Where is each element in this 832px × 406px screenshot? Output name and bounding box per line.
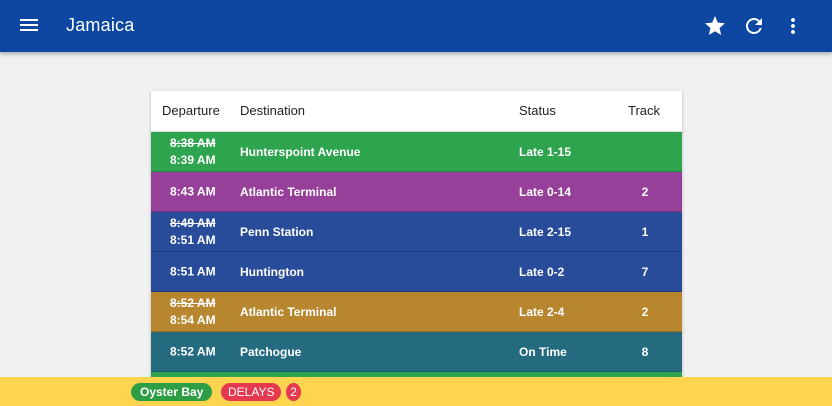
header-track: Track — [628, 103, 661, 118]
departure-cell: 8:43 AM — [170, 183, 232, 200]
destination-cell: Huntington — [240, 264, 304, 279]
branch-chip[interactable]: Oyster Bay — [131, 383, 213, 401]
status-cell: Late 1-15 — [519, 144, 572, 159]
departures-table: Departure Destination Status Track 8:38 … — [151, 91, 682, 391]
table-header: Departure Destination Status Track — [151, 91, 682, 132]
destination-cell: Atlantic Terminal — [240, 304, 337, 319]
track-cell: 7 — [641, 264, 649, 279]
departure-time: 8:51 AM — [170, 232, 216, 247]
alert-count-badge[interactable]: 2 — [286, 383, 301, 401]
destination-cell: Hunterspoint Avenue — [240, 144, 361, 159]
departure-cell: 8:52 AM — [170, 343, 232, 360]
table-row[interactable]: 8:49 AM 8:51 AM Penn Station Late 2-15 1 — [151, 212, 682, 252]
destination-cell: Atlantic Terminal — [240, 184, 337, 199]
table-row[interactable]: 8:52 AM Patchogue On Time 8 — [151, 332, 682, 372]
departure-cell: 8:52 AM 8:54 AM — [170, 295, 232, 329]
departure-time: 8:54 AM — [170, 312, 216, 327]
track-cell: 1 — [641, 224, 649, 239]
track-cell: 2 — [641, 304, 649, 319]
status-cell: Late 2-15 — [519, 224, 572, 239]
departure-cell: 8:49 AM 8:51 AM — [170, 215, 232, 249]
star-icon[interactable] — [703, 14, 727, 38]
departure-time: 8:43 AM — [170, 184, 216, 198]
departure-cell: 8:51 AM — [170, 263, 232, 280]
header-departure: Departure — [162, 103, 220, 118]
refresh-icon[interactable] — [742, 14, 766, 38]
app-bar: Jamaica — [0, 0, 832, 52]
departure-time: 8:52 AM — [170, 344, 216, 358]
destination-cell: Penn Station — [240, 224, 314, 239]
status-cell: Late 2-4 — [519, 304, 565, 319]
table-row[interactable]: 8:51 AM Huntington Late 0-2 7 — [151, 252, 682, 292]
menu-icon[interactable] — [20, 16, 38, 36]
track-cell: 8 — [641, 344, 649, 359]
track-cell: 2 — [641, 184, 649, 199]
table-row[interactable]: 8:43 AM Atlantic Terminal Late 0-14 2 — [151, 172, 682, 212]
table-row[interactable]: 8:52 AM 8:54 AM Atlantic Terminal Late 2-4 2 — [151, 292, 682, 332]
scheduled-time: 8:38 AM — [170, 135, 216, 150]
header-status: Status — [519, 103, 556, 118]
page-title: Jamaica — [66, 15, 135, 35]
departure-time: 8:39 AM — [170, 152, 216, 167]
more-vert-icon[interactable] — [781, 14, 805, 38]
departure-time: 8:51 AM — [170, 264, 216, 278]
scheduled-time: 8:49 AM — [170, 215, 216, 230]
departure-cell: 8:38 AM 8:39 AM — [170, 135, 232, 169]
header-destination: Destination — [240, 103, 306, 118]
table-row[interactable]: 8:38 AM 8:39 AM Hunterspoint Avenue Late 1-… — [151, 132, 682, 172]
status-cell: Late 0-14 — [519, 184, 572, 199]
delays-badge[interactable]: DELAYS — [221, 383, 282, 401]
scheduled-time: 8:52 AM — [170, 295, 216, 310]
status-cell: On Time — [519, 344, 567, 359]
table-body: 8:38 AM 8:39 AM Hunterspoint Avenue Late 1-… — [151, 132, 682, 391]
status-cell: Late 0-2 — [519, 264, 565, 279]
status-bar: Oyster Bay DELAYS 2 — [0, 377, 832, 406]
destination-cell: Patchogue — [240, 344, 302, 359]
